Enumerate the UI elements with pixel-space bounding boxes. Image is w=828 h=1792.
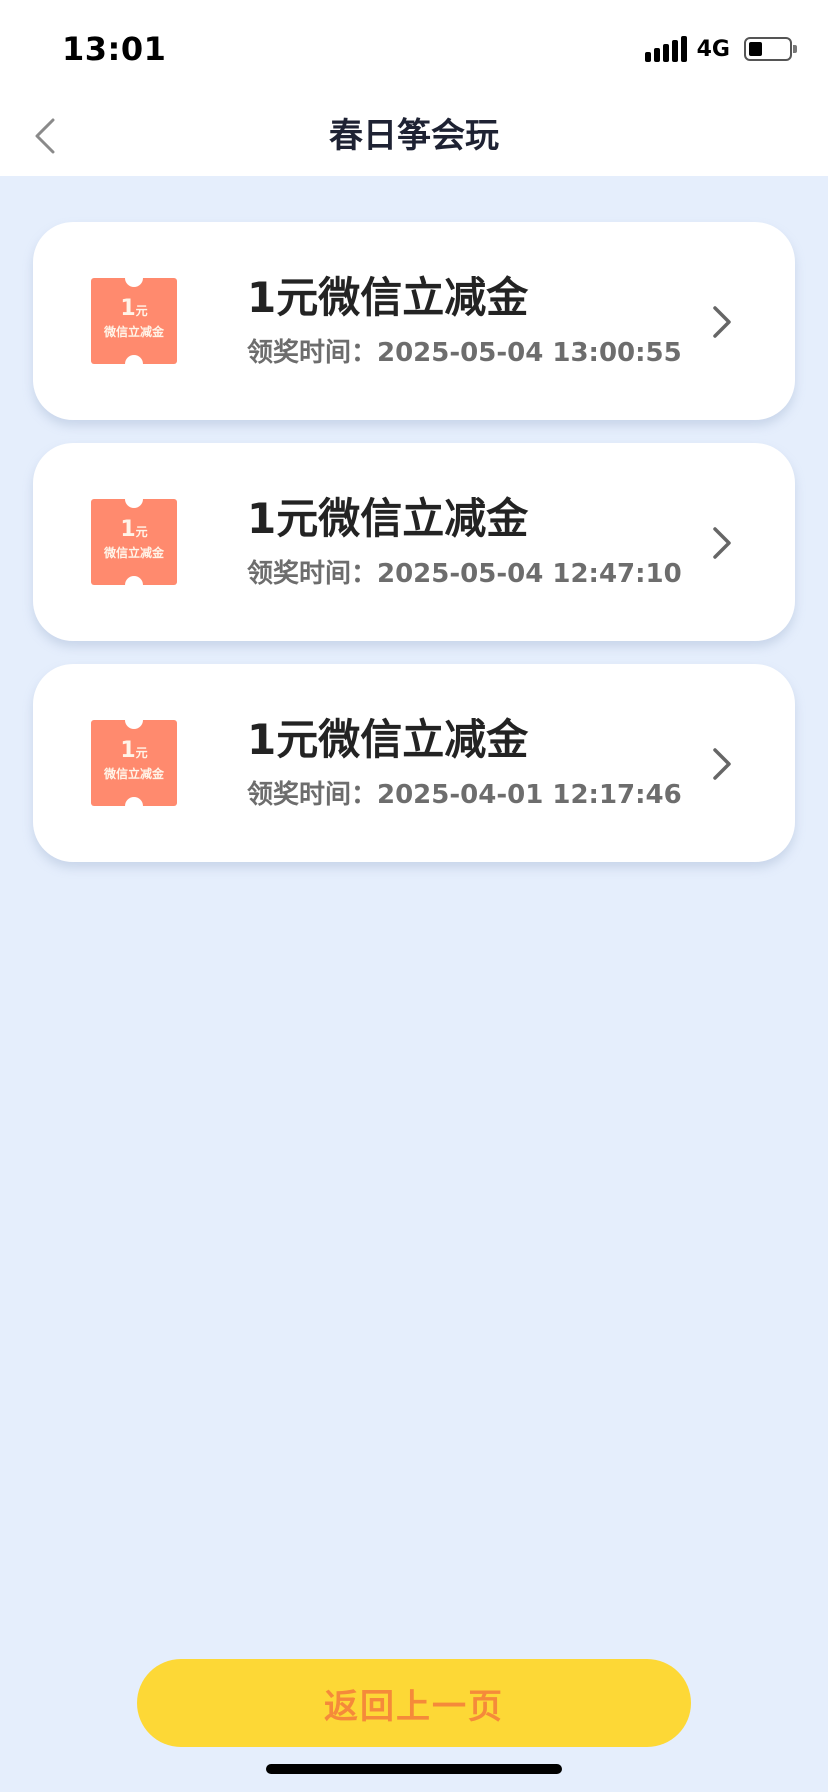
prize-card[interactable]: 1元 微信立减金 1元微信立减金 领奖时间：2025-04-01 12:17:4… <box>33 664 795 862</box>
ticket-name: 微信立减金 <box>103 767 164 781</box>
ticket-amount: 1元 <box>120 296 148 321</box>
status-bar: 13:01 4G <box>0 0 828 100</box>
chevron-right-icon <box>713 527 731 559</box>
prize-title: 1元微信立减金 <box>247 494 529 543</box>
chevron-right-icon <box>713 306 731 338</box>
prize-claim-time: 领奖时间：2025-04-01 12:17:46 <box>247 780 682 810</box>
coupon-ticket-icon: 1元 微信立减金 <box>91 711 177 815</box>
coupon-ticket-icon: 1元 微信立减金 <box>91 269 177 373</box>
battery-icon <box>744 37 797 61</box>
coupon-ticket-icon: 1元 微信立减金 <box>91 490 177 594</box>
prize-title: 1元微信立减金 <box>247 715 529 764</box>
prize-claim-time: 领奖时间：2025-05-04 13:00:55 <box>247 338 682 368</box>
status-indicators: 4G <box>644 34 797 64</box>
prize-card[interactable]: 1元 微信立减金 1元微信立减金 领奖时间：2025-05-04 13:00:5… <box>33 222 795 420</box>
page-title: 春日筝会玩 <box>329 116 499 156</box>
ticket-amount: 1元 <box>120 738 148 763</box>
nav-bar: 春日筝会玩 <box>0 100 828 176</box>
prize-card[interactable]: 1元 微信立减金 1元微信立减金 领奖时间：2025-05-04 12:47:1… <box>33 443 795 641</box>
ticket-name: 微信立减金 <box>103 546 164 560</box>
signal-icon <box>644 36 687 62</box>
status-time: 13:01 <box>62 30 167 68</box>
prize-claim-time: 领奖时间：2025-05-04 12:47:10 <box>247 559 682 589</box>
return-previous-page-button[interactable]: 返回上一页 <box>137 1659 691 1747</box>
prize-list: 1元 微信立减金 1元微信立减金 领奖时间：2025-05-04 13:00:5… <box>33 222 795 885</box>
home-indicator[interactable] <box>266 1764 562 1774</box>
ticket-amount: 1元 <box>120 517 148 542</box>
chevron-right-icon <box>713 748 731 780</box>
network-label: 4G <box>696 36 730 62</box>
prize-title: 1元微信立减金 <box>247 273 529 322</box>
ticket-name: 微信立减金 <box>103 325 164 339</box>
